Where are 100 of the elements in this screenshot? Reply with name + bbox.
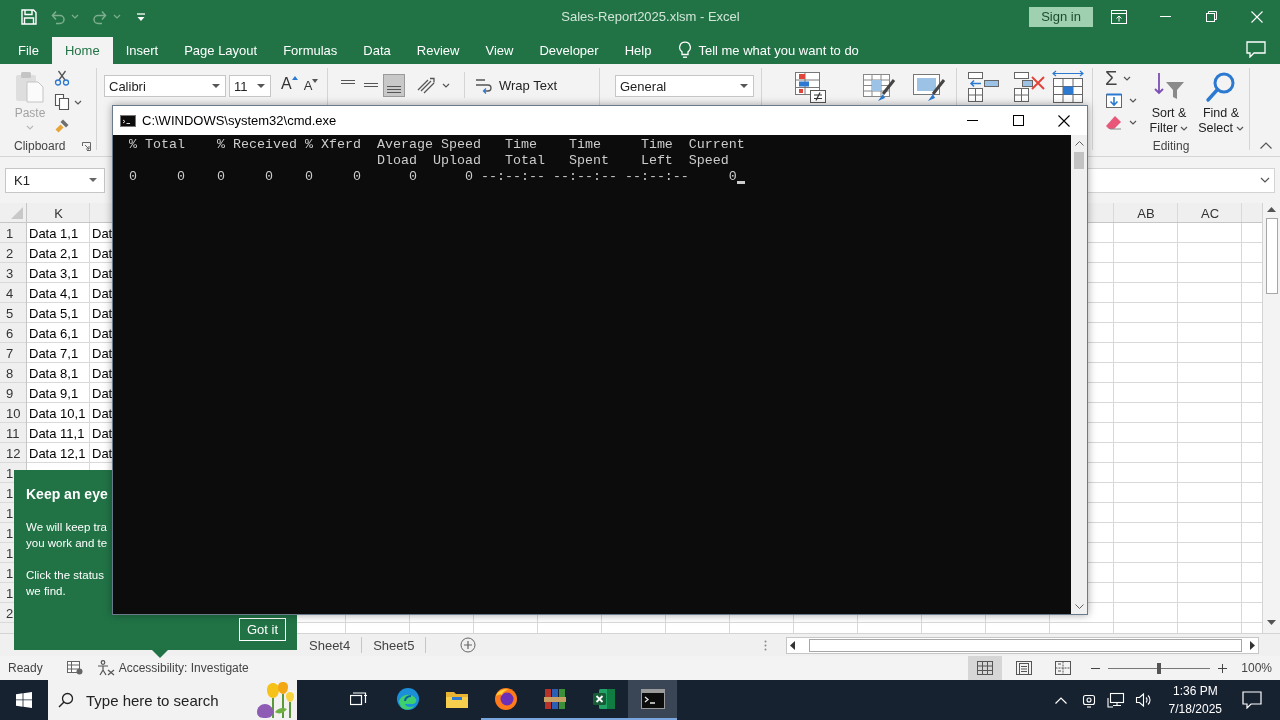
sheet-value: Dat: [92, 265, 113, 281]
scroll-down-icon[interactable]: [1267, 620, 1276, 625]
caret-icon[interactable]: [740, 84, 748, 88]
taskbar-search-field[interactable]: Type here to search: [86, 688, 253, 712]
scroll-down-icon[interactable]: [1074, 604, 1084, 609]
ribbon-tab[interactable]: Formulas: [270, 37, 351, 64]
macro-record-icon[interactable]: [66, 661, 83, 675]
add-sheet-icon[interactable]: [460, 637, 477, 653]
camera-icon[interactable]: [1080, 692, 1097, 708]
restore-icon[interactable]: [1205, 11, 1217, 22]
fill-down-icon[interactable]: [1105, 91, 1123, 109]
caret-icon[interactable]: [1129, 119, 1137, 125]
windows-start-icon[interactable]: [16, 692, 32, 708]
insert-cells-icon[interactable]: [966, 70, 1000, 104]
format-painter-icon[interactable]: [54, 118, 70, 134]
shrink-font-button[interactable]: A: [303, 75, 319, 93]
ribbon-tab[interactable]: Developer: [526, 37, 612, 64]
font-family-field[interactable]: Calibri: [104, 75, 226, 97]
scroll-thumb[interactable]: [1265, 218, 1278, 294]
conditional-format-icon[interactable]: [793, 70, 827, 104]
tell-me-field[interactable]: Tell me what you want to do: [698, 37, 889, 64]
ribbon-tab[interactable]: File: [5, 37, 52, 64]
ribbon-display-icon[interactable]: [1111, 9, 1127, 24]
got-it-button[interactable]: Got it: [238, 618, 286, 641]
scroll-up-icon[interactable]: [1267, 207, 1276, 212]
maximize-icon[interactable]: [1012, 115, 1024, 126]
normal-view-icon[interactable]: [968, 656, 1003, 680]
font-size-field[interactable]: 11: [229, 75, 271, 97]
scissors-icon[interactable]: [54, 70, 70, 86]
scroll-right-icon[interactable]: [1250, 640, 1255, 650]
ribbon-tab[interactable]: Home: [51, 37, 113, 64]
close-icon[interactable]: [1058, 114, 1070, 127]
row-number: 1: [6, 465, 14, 481]
orientation-icon[interactable]: [416, 76, 438, 94]
ribbon-tab[interactable]: Help: [611, 37, 665, 64]
caret-icon[interactable]: [1180, 126, 1189, 132]
bottom-align-icon[interactable]: [383, 73, 405, 97]
expand-icon[interactable]: [1260, 177, 1270, 183]
zoom-level[interactable]: 100%: [1241, 661, 1272, 675]
clock-date[interactable]: 7/18/2025: [1168, 700, 1222, 718]
sheet-tab[interactable]: Sheet4: [298, 634, 362, 656]
row-number: 2: [6, 245, 14, 261]
customize-toolbar-icon[interactable]: [136, 11, 146, 22]
network-icon[interactable]: [1106, 692, 1125, 708]
column-letter: AC: [1200, 205, 1220, 221]
clipboard-icon: [14, 70, 46, 104]
ribbon-tab[interactable]: Data: [350, 37, 404, 64]
slider-thumb[interactable]: [1157, 662, 1162, 674]
caret-icon[interactable]: [1129, 97, 1137, 103]
accessibility-button[interactable]: Accessibility: Investigate: [96, 660, 249, 676]
volume-icon[interactable]: [1134, 692, 1153, 708]
minimize-icon[interactable]: [966, 120, 978, 121]
horizontal-scrollbar[interactable]: [786, 636, 1259, 654]
comment-icon[interactable]: [1246, 41, 1266, 58]
caret-icon[interactable]: [212, 84, 220, 88]
number-format-field[interactable]: General: [615, 75, 754, 97]
terminal-icon: [120, 114, 136, 127]
wrap-text-button[interactable]: Wrap Text: [475, 76, 558, 94]
autosum-button[interactable]: Σ: [1105, 68, 1118, 88]
sheet-tab[interactable]: Sheet5: [362, 634, 426, 656]
ribbon-tab[interactable]: Review: [403, 37, 473, 64]
sign-in-button[interactable]: Sign in: [1029, 6, 1093, 27]
grow-font-button[interactable]: A: [281, 75, 298, 93]
caret-icon[interactable]: [89, 178, 97, 182]
dialog-launcher-icon[interactable]: [82, 141, 92, 151]
sheet-value: Data 7,1: [29, 345, 79, 361]
row-number: 1: [6, 525, 14, 541]
zoom-in-icon[interactable]: [1218, 663, 1228, 673]
caret-icon[interactable]: [1123, 75, 1132, 81]
lightbulb-icon[interactable]: [678, 41, 693, 59]
task-view-icon[interactable]: [350, 692, 368, 708]
scroll-thumb[interactable]: [1074, 152, 1084, 169]
scroll-left-icon[interactable]: [790, 640, 795, 650]
chevron-up-icon[interactable]: [1260, 142, 1272, 149]
ribbon-tab[interactable]: Page Layout: [171, 37, 271, 64]
caret-icon[interactable]: [257, 84, 265, 88]
ribbon-tab[interactable]: View: [472, 37, 527, 64]
delete-cells-icon[interactable]: [1012, 70, 1046, 104]
clock-time[interactable]: 1:36 PM: [1172, 682, 1218, 700]
row-number: 12: [6, 445, 21, 461]
row-number: 6: [6, 325, 14, 341]
sheet-value: Data 5,1: [29, 305, 79, 321]
row-number: 10: [6, 405, 21, 421]
eraser-icon[interactable]: [1105, 114, 1123, 130]
copy-icon[interactable]: [54, 93, 70, 111]
find-select-button[interactable]: Find & Select: [1195, 67, 1247, 136]
row-number: 1: [6, 565, 14, 581]
caret-icon[interactable]: [1235, 126, 1244, 132]
name-box[interactable]: K1: [5, 167, 105, 193]
search-box[interactable]: Type here to search: [48, 680, 297, 720]
save-icon[interactable]: [21, 8, 37, 25]
sort-filter-button[interactable]: Sort & Filter: [1143, 67, 1195, 136]
scroll-up-icon[interactable]: [1074, 141, 1084, 146]
vertical-dots-icon[interactable]: [764, 639, 767, 651]
format-cells-icon[interactable]: [1050, 70, 1086, 104]
terminal-icon[interactable]: [628, 680, 677, 720]
ribbon-tab[interactable]: Insert: [112, 37, 172, 64]
notification-icon[interactable]: [1242, 691, 1262, 709]
caret-icon[interactable]: [74, 99, 82, 105]
caret-icon[interactable]: [442, 82, 450, 88]
